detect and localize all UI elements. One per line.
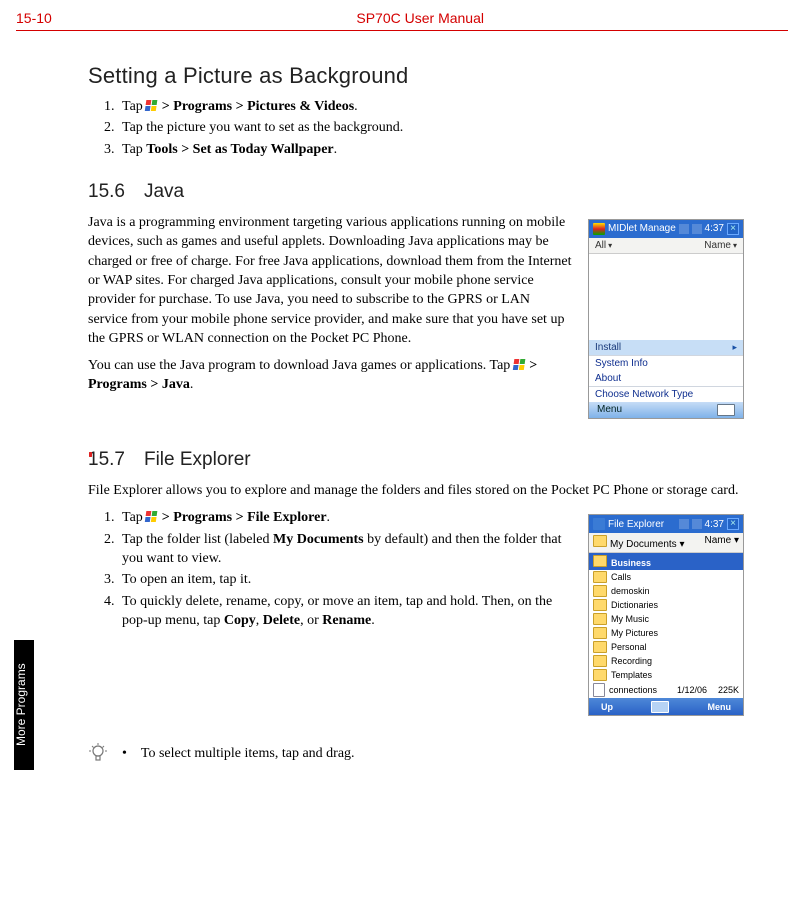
clock: 4:37 xyxy=(705,223,724,234)
list-item: Tap > Programs > File Explorer. xyxy=(118,508,618,527)
menu-choose-network[interactable]: Choose Network Type xyxy=(589,386,743,402)
heading-setting-picture: Setting a Picture as Background xyxy=(88,63,744,89)
list-item: Tap > Programs > Pictures & Videos. xyxy=(118,97,744,116)
start-icon[interactable] xyxy=(593,518,605,530)
bullet: • xyxy=(122,744,127,763)
heading-java: 15.6 Java xyxy=(88,181,744,203)
folder-item[interactable]: Templates xyxy=(589,668,743,682)
signal-icon xyxy=(679,224,689,234)
manual-title: SP70C User Manual xyxy=(356,10,484,26)
folder-item-selected[interactable]: Business xyxy=(589,553,743,570)
page-number: 15-10 xyxy=(16,10,52,26)
list-item: Tap Tools > Set as Today Wallpaper. xyxy=(118,140,744,159)
sort-dropdown[interactable]: Name ▾ xyxy=(705,535,740,550)
paragraph: File Explorer allows you to explore and … xyxy=(88,481,744,500)
folder-item[interactable]: Recording xyxy=(589,654,743,668)
screenshot-java: MIDlet Manage 4:37 × All▾ Name▾ Install▸… xyxy=(588,219,744,419)
list-item: To open an item, tap it. xyxy=(118,570,618,589)
folder-item[interactable]: demoskin xyxy=(589,584,743,598)
softkey-menu[interactable]: Menu xyxy=(597,404,622,415)
file-item[interactable]: connections1/12/06225K xyxy=(589,682,743,698)
menu-about[interactable]: About xyxy=(589,371,743,386)
clock: 4:37 xyxy=(705,519,724,530)
tip-text: To select multiple items, tap and drag. xyxy=(141,744,355,763)
tip-icon xyxy=(88,742,108,764)
window-title: File Explorer xyxy=(608,519,676,530)
close-icon[interactable]: × xyxy=(727,223,739,235)
folder-item[interactable]: Dictionaries xyxy=(589,598,743,612)
list-item: Tap the folder list (labeled My Document… xyxy=(118,530,618,569)
screenshot-file-explorer: File Explorer 4:37 × My Documents ▾ Name… xyxy=(588,514,744,716)
filter-dropdown[interactable]: All▾ xyxy=(595,240,612,251)
paragraph: You can use the Java program to download… xyxy=(88,356,586,395)
volume-icon xyxy=(692,519,702,529)
signal-icon xyxy=(679,519,689,529)
folder-item[interactable]: Calls xyxy=(589,570,743,584)
paragraph: Java is a programming environment target… xyxy=(88,213,586,348)
menu-system-info[interactable]: System Info xyxy=(589,355,743,371)
keyboard-icon[interactable] xyxy=(717,404,735,416)
window-title: MIDlet Manage xyxy=(608,223,676,234)
app-icon xyxy=(593,223,605,235)
close-icon[interactable]: × xyxy=(727,518,739,530)
folder-item[interactable]: Personal xyxy=(589,640,743,654)
volume-icon xyxy=(692,224,702,234)
header-divider xyxy=(16,30,788,31)
start-icon xyxy=(514,359,526,371)
start-icon xyxy=(146,100,158,112)
list-item: Tap the picture you want to set as the b… xyxy=(118,118,744,137)
start-icon xyxy=(146,511,158,523)
sort-dropdown[interactable]: Name▾ xyxy=(704,240,737,251)
heading-file-explorer: 15.7 File Explorer xyxy=(88,449,744,471)
keyboard-icon[interactable] xyxy=(651,701,669,713)
folder-item[interactable]: My Music xyxy=(589,612,743,626)
folder-item[interactable]: My Pictures xyxy=(589,626,743,640)
menu-install[interactable]: Install▸ xyxy=(589,340,743,355)
softkey-up[interactable]: Up xyxy=(601,702,613,712)
softkey-menu[interactable]: Menu xyxy=(708,702,732,712)
breadcrumb[interactable]: My Documents ▾ xyxy=(593,535,685,550)
list-item: To quickly delete, rename, copy, or move… xyxy=(118,592,618,631)
section-tab: More Programs xyxy=(14,640,34,770)
